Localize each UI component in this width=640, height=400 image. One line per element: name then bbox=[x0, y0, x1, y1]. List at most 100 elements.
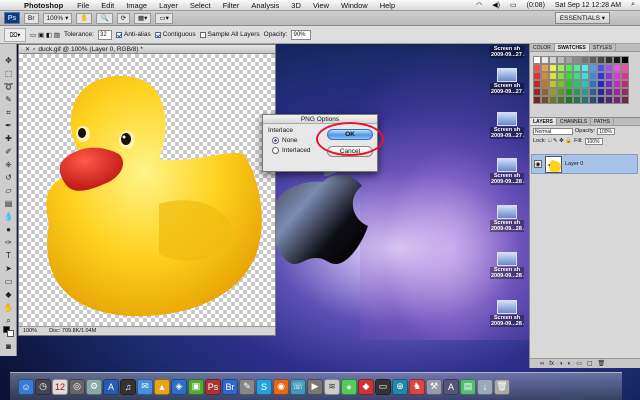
color-swatch[interactable] bbox=[557, 72, 565, 80]
desktop-file-icon[interactable]: Screen sh2009-09...28 AM bbox=[490, 158, 524, 185]
downloads-folder-icon[interactable]: ↓ bbox=[477, 378, 493, 395]
folder-icon[interactable]: ▭ bbox=[375, 378, 391, 395]
menu-view[interactable]: View bbox=[307, 1, 335, 10]
zoom-percentage[interactable]: 100% bbox=[23, 328, 37, 334]
color-swatch[interactable] bbox=[621, 56, 629, 64]
canvas[interactable] bbox=[19, 54, 275, 327]
color-swatch[interactable] bbox=[557, 80, 565, 88]
quick-select-tool-icon[interactable]: ✎ bbox=[1, 93, 16, 106]
layer-name[interactable]: Layer 0 bbox=[565, 161, 583, 167]
close-document-icon[interactable]: ✕ bbox=[25, 46, 30, 53]
healing-brush-tool-icon[interactable]: ✚ bbox=[1, 132, 16, 145]
document-title-bar[interactable]: ✕ ▫ duck.gif @ 100% (Layer 0, RGB/8) * bbox=[19, 45, 275, 54]
swatch-grid[interactable] bbox=[533, 56, 629, 108]
eyedropper-tool-icon[interactable]: ✒ bbox=[1, 119, 16, 132]
menu-layer[interactable]: Layer bbox=[153, 1, 184, 10]
color-swatch[interactable] bbox=[589, 88, 597, 96]
color-swatch[interactable] bbox=[581, 88, 589, 96]
hand-tool-icon[interactable]: ✋ bbox=[1, 301, 16, 314]
utilities-icon[interactable]: ⚒ bbox=[426, 378, 442, 395]
path-select-tool-icon[interactable]: ➤ bbox=[1, 262, 16, 275]
crop-tool-icon[interactable]: ⌗ bbox=[1, 106, 16, 119]
workspace-switcher[interactable]: ESSENTIALS ▾ bbox=[554, 12, 610, 24]
color-swatch[interactable] bbox=[597, 88, 605, 96]
color-swatch[interactable] bbox=[533, 64, 541, 72]
color-swatch[interactable] bbox=[557, 64, 565, 72]
terminal-icon[interactable]: ▶ bbox=[307, 378, 323, 395]
finder-icon[interactable]: ☺ bbox=[18, 378, 34, 395]
color-swatch[interactable] bbox=[549, 72, 557, 80]
color-swatch[interactable] bbox=[573, 88, 581, 96]
lasso-tool-icon[interactable]: ➰ bbox=[1, 80, 16, 93]
color-swatch[interactable] bbox=[581, 80, 589, 88]
color-swatch[interactable] bbox=[573, 56, 581, 64]
blur-tool-icon[interactable]: 💧 bbox=[1, 210, 16, 223]
screen-mode-button[interactable]: ▭▾ bbox=[155, 12, 173, 24]
color-swatch[interactable] bbox=[557, 56, 565, 64]
color-swatch[interactable] bbox=[613, 88, 621, 96]
applications-folder-icon[interactable]: A bbox=[443, 378, 459, 395]
color-swatch[interactable] bbox=[533, 56, 541, 64]
menu-image[interactable]: Image bbox=[120, 1, 153, 10]
color-swatch[interactable] bbox=[541, 96, 549, 104]
fill-input[interactable]: 100% bbox=[584, 137, 603, 145]
firefox-icon[interactable]: ◉ bbox=[273, 378, 289, 395]
history-brush-tool-icon[interactable]: ↺ bbox=[1, 171, 16, 184]
ical-icon[interactable]: 12 bbox=[52, 378, 68, 395]
rotate-view-button[interactable]: ⟳ bbox=[116, 12, 131, 24]
eye-icon[interactable]: ◉ bbox=[534, 160, 542, 168]
color-swatch[interactable] bbox=[613, 80, 621, 88]
wifi-icon[interactable]: ◠ bbox=[471, 1, 487, 9]
system-preferences-icon[interactable]: ⚙ bbox=[86, 378, 102, 395]
color-swatch[interactable] bbox=[533, 80, 541, 88]
color-swatch[interactable] bbox=[605, 88, 613, 96]
color-swatch[interactable] bbox=[597, 96, 605, 104]
color-swatch[interactable] bbox=[541, 64, 549, 72]
interlace-interlaced-radio[interactable]: Interlaced bbox=[272, 147, 320, 154]
tab-swatches[interactable]: SWATCHES bbox=[554, 44, 590, 51]
adjustment-icon[interactable]: ◐ bbox=[568, 361, 572, 367]
desktop-file-icon[interactable]: Screen sh2009-09...28 AM bbox=[490, 252, 524, 279]
sample-all-layers-checkbox[interactable]: Sample All Layers bbox=[199, 31, 260, 38]
color-swatch[interactable] bbox=[541, 56, 549, 64]
trash-icon[interactable]: 🗑 bbox=[598, 360, 606, 367]
color-swatch[interactable] bbox=[605, 56, 613, 64]
color-swatch[interactable] bbox=[613, 64, 621, 72]
vlc-icon[interactable]: ▲ bbox=[154, 378, 170, 395]
facetime-icon[interactable]: ● bbox=[341, 378, 357, 395]
color-swatch[interactable] bbox=[581, 72, 589, 80]
color-swatch[interactable] bbox=[573, 96, 581, 104]
interlace-none-radio[interactable]: None bbox=[272, 137, 320, 144]
gradient-tool-icon[interactable]: ▤ bbox=[1, 197, 16, 210]
marquee-tool-icon[interactable]: ⬚ bbox=[1, 67, 16, 80]
color-swatch[interactable] bbox=[573, 80, 581, 88]
color-swatch[interactable] bbox=[605, 72, 613, 80]
color-swatch[interactable] bbox=[557, 88, 565, 96]
dodge-tool-icon[interactable]: ● bbox=[1, 223, 16, 236]
color-swatch[interactable] bbox=[565, 64, 573, 72]
arrange-documents-button[interactable]: ▦▾ bbox=[134, 12, 152, 24]
color-swatch[interactable] bbox=[613, 96, 621, 104]
battery-icon[interactable]: ▭ bbox=[505, 1, 522, 9]
color-swatch[interactable] bbox=[565, 96, 573, 104]
document-size[interactable]: Doc: 709.8K/1.04M bbox=[49, 328, 96, 334]
group-icon[interactable]: ▭ bbox=[576, 360, 582, 367]
clock[interactable]: Sat Sep 12 12:28 AM bbox=[550, 2, 626, 9]
menu-3d[interactable]: 3D bbox=[285, 1, 307, 10]
type-tool-icon[interactable]: T bbox=[1, 249, 16, 262]
contiguous-checkbox[interactable]: Contiguous bbox=[154, 31, 196, 38]
menu-edit[interactable]: Edit bbox=[95, 1, 120, 10]
color-swatch[interactable] bbox=[589, 80, 597, 88]
color-swatch[interactable] bbox=[573, 64, 581, 72]
network-icon[interactable]: ⊕ bbox=[392, 378, 408, 395]
layer-opacity-input[interactable]: 100% bbox=[597, 127, 616, 135]
textedit-icon[interactable]: ✎ bbox=[239, 378, 255, 395]
color-swatch[interactable] bbox=[541, 72, 549, 80]
documents-folder-icon[interactable]: ▤ bbox=[460, 378, 476, 395]
zoom-level-select[interactable]: 100% ▾ bbox=[42, 12, 73, 24]
zoom-tool-button[interactable]: 🔍 bbox=[96, 12, 113, 24]
quick-mask-icon[interactable]: ◙ bbox=[1, 340, 16, 353]
color-swatch[interactable] bbox=[565, 88, 573, 96]
mail-icon[interactable]: ✉ bbox=[137, 378, 153, 395]
color-swatch[interactable] bbox=[597, 80, 605, 88]
